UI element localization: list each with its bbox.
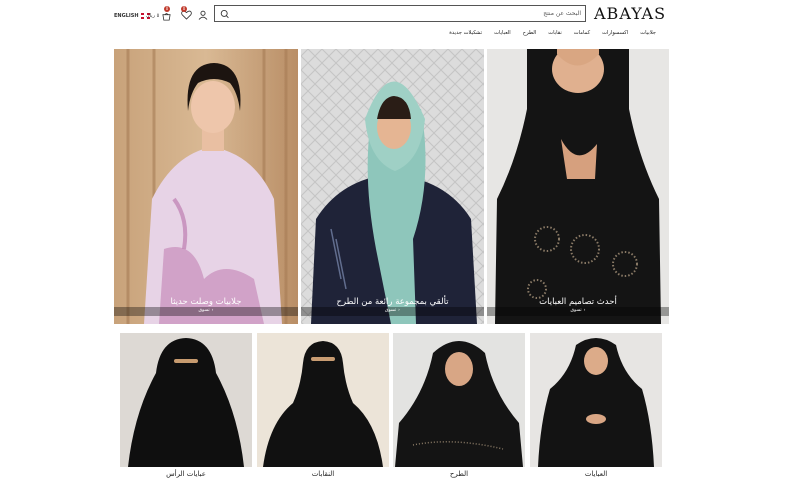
hero-more-bar: ‹ تسوق: [487, 307, 669, 316]
category-image-head-abaya: [120, 333, 252, 467]
chevron-left-icon: ‹: [583, 308, 586, 313]
category-label[interactable]: عبايات الرأس: [120, 470, 252, 478]
cart-total: ٥ ريال: [146, 13, 160, 19]
hero-more-label: تسوق: [385, 308, 397, 313]
site-logo[interactable]: ABAYAS: [594, 4, 666, 23]
user-icon: [198, 10, 208, 20]
hero-tile-jalabiyas[interactable]: جلابيات وصلت حديثا ‹ تسوق: [114, 49, 298, 324]
language-switcher[interactable]: ENGLISH: [114, 10, 150, 22]
hero-more-button[interactable]: ‹ تسوق: [571, 308, 586, 313]
language-label: ENGLISH: [114, 13, 139, 19]
category-label[interactable]: الطرح: [393, 470, 525, 478]
site-header: ENGLISH ٥ ريال 0 0 ABAYAS تشكيلات جديدة …: [0, 0, 800, 46]
category-image-niqab: [257, 333, 389, 467]
main-nav: تشكيلات جديدة العبايات الطرح نقابات كمام…: [443, 30, 662, 36]
nav-item-scarves[interactable]: الطرح: [517, 30, 543, 36]
category-image-abaya: [530, 333, 662, 467]
hero-more-label: تسوق: [570, 308, 582, 313]
category-tile-niqabs[interactable]: [257, 333, 389, 467]
category-tile-abayas[interactable]: [530, 333, 662, 467]
search-icon[interactable]: [218, 8, 230, 20]
category-label[interactable]: النقابات: [257, 470, 389, 478]
nav-item-niqabs[interactable]: نقابات: [542, 30, 568, 36]
category-image-scarf: [393, 333, 525, 467]
search-bar: [214, 5, 586, 22]
category-label[interactable]: العبايات: [530, 470, 662, 478]
hero-more-button[interactable]: ‹ تسوق: [385, 308, 400, 313]
category-tile-scarves[interactable]: [393, 333, 525, 467]
nav-item-new-collections[interactable]: تشكيلات جديدة: [443, 30, 488, 36]
hero-more-bar: ‹ تسوق: [114, 307, 298, 316]
account-button[interactable]: [198, 10, 208, 22]
hero-image-abaya: [487, 49, 669, 324]
hero-image-scarf: [301, 49, 484, 324]
wishlist-count-badge: 0: [181, 6, 187, 12]
cart-count-badge: 0: [164, 6, 170, 12]
hero-caption: جلابيات وصلت حديثا: [170, 297, 242, 307]
hero-image-jalabiya: [114, 49, 298, 324]
hero-caption: أحدث تصاميم العبايات: [539, 297, 617, 307]
hero-caption: تألقي بمجموعة رائعة من الطرح: [336, 297, 449, 307]
cart-button[interactable]: ٥ ريال 0: [146, 6, 171, 22]
cart-icon: [162, 12, 171, 21]
search-input[interactable]: [233, 7, 581, 20]
hero-tile-abayas[interactable]: أحدث تصاميم العبايات ‹ تسوق: [487, 49, 669, 324]
nav-item-accessories[interactable]: اكسسوارات: [596, 30, 634, 36]
category-tile-head-abayas[interactable]: [120, 333, 252, 467]
nav-item-abayas[interactable]: العبايات: [488, 30, 517, 36]
hero-more-button[interactable]: ‹ تسوق: [199, 308, 214, 313]
nav-item-masks[interactable]: كمامات: [568, 30, 596, 36]
wishlist-button[interactable]: 0: [181, 6, 192, 22]
chevron-left-icon: ‹: [211, 308, 214, 313]
hero-tile-scarves[interactable]: تألقي بمجموعة رائعة من الطرح ‹ تسوق: [301, 49, 484, 324]
chevron-left-icon: ‹: [398, 308, 400, 313]
hero-more-bar: ‹ تسوق: [301, 307, 484, 316]
hero-more-label: تسوق: [198, 308, 210, 313]
nav-item-jalabiyas[interactable]: جلابيات: [634, 30, 662, 36]
